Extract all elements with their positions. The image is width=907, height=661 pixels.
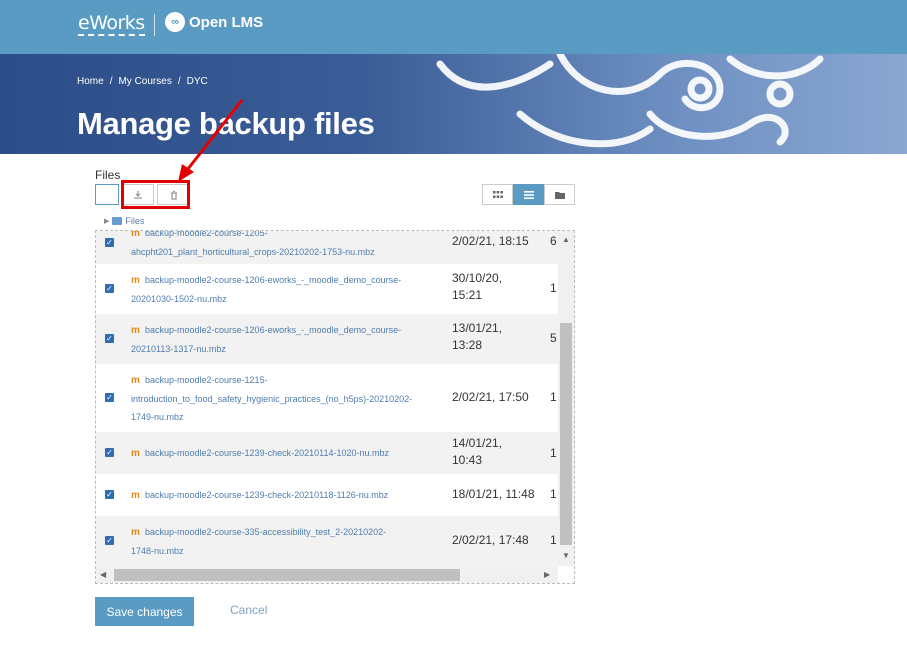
- horizontal-scrollbar[interactable]: ◀ ▶: [96, 567, 558, 583]
- breadcrumb: Home / My Courses / DYC: [77, 76, 208, 87]
- grid-icon: [492, 190, 503, 198]
- breadcrumb-separator: /: [177, 76, 181, 87]
- moodle-file-icon: m: [131, 527, 140, 538]
- file-name[interactable]: m backup-moodle2-course-335-accessibility…: [131, 523, 441, 560]
- file-checkbox[interactable]: ✓: [105, 490, 114, 499]
- moodle-file-icon: m: [131, 448, 140, 459]
- red-arrow-annotation: [178, 99, 244, 182]
- file-name[interactable]: m backup-moodle2-course-1239-check-202101…: [131, 444, 441, 463]
- moodle-file-icon: m: [131, 375, 140, 386]
- eworks-logo[interactable]: eWorks: [78, 12, 145, 34]
- breadcrumb-home[interactable]: Home: [77, 76, 104, 87]
- table-row[interactable]: ✓ m backup-moodle2-course-1239-check-2021…: [96, 432, 558, 474]
- file-name[interactable]: m backup-moodle2-course-1239-check-202101…: [131, 486, 441, 505]
- file-date: 18/01/21, 11:48: [452, 487, 535, 501]
- decorative-swirl-pattern: [436, 54, 824, 148]
- scroll-down-icon[interactable]: ▼: [562, 551, 570, 560]
- file-name[interactable]: m backup-moodle2-course-1215- introductio…: [131, 371, 441, 426]
- openlms-logo-text: Open LMS: [189, 13, 264, 31]
- breadcrumb-my-courses[interactable]: My Courses: [118, 76, 171, 87]
- file-checkbox[interactable]: ✓: [105, 536, 114, 545]
- file-size: 1: [550, 446, 557, 460]
- vertical-scrollbar-thumb[interactable]: [560, 323, 572, 545]
- scroll-up-icon[interactable]: ▲: [562, 235, 570, 244]
- vertical-scrollbar[interactable]: ▲ ▼: [558, 231, 574, 566]
- file-path-breadcrumb[interactable]: ▶ Files: [104, 216, 144, 226]
- table-row[interactable]: ✓ m backup-moodle2-course-1215- introduct…: [96, 364, 558, 432]
- moodle-file-icon: m: [131, 230, 140, 239]
- page-header-banner: Home / My Courses / DYC Manage backup fi…: [0, 54, 907, 154]
- folder-icon: [112, 217, 123, 225]
- table-row[interactable]: ✓ m backup-moodle2-course-1239-check-2021…: [96, 474, 558, 516]
- file-size: 1: [550, 281, 557, 295]
- file-date: 30/10/20, 15:21: [452, 271, 503, 302]
- file-date: 14/01/21, 10:43: [452, 436, 503, 467]
- table-row[interactable]: ✓ m backup-moodle2-course-335-accessibili…: [96, 516, 558, 568]
- table-row[interactable]: ✓ m backup-moodle2-course-1205- ahcpht201…: [96, 230, 558, 264]
- logo-underline: [78, 34, 145, 36]
- file-size: 5: [550, 331, 557, 345]
- openlms-logo-icon: ∞: [165, 12, 185, 32]
- top-navbar: eWorks ∞ Open LMS: [0, 0, 907, 54]
- openlms-logo[interactable]: ∞ Open LMS: [165, 12, 263, 32]
- file-list-container: ✓ m backup-moodle2-course-1205- ahcpht201…: [95, 230, 575, 584]
- caret-right-icon: ▶: [104, 218, 110, 225]
- view-icons-button[interactable]: [482, 184, 513, 205]
- moodle-file-icon: m: [131, 490, 140, 501]
- file-date: 13/01/21, 13:28: [452, 321, 503, 352]
- cancel-button[interactable]: Cancel: [230, 603, 267, 617]
- file-name[interactable]: m backup-moodle2-course-1206-eworks_-_moo…: [131, 271, 441, 308]
- save-changes-button[interactable]: Save changes: [95, 597, 194, 626]
- folder-icon: [554, 191, 565, 199]
- file-size: 1: [550, 390, 557, 404]
- scroll-left-icon[interactable]: ◀: [100, 570, 106, 579]
- view-details-button[interactable]: [513, 184, 544, 205]
- path-files-label: Files: [125, 216, 145, 226]
- scroll-right-icon[interactable]: ▶: [544, 570, 550, 579]
- view-tree-button[interactable]: [544, 184, 575, 205]
- moodle-file-icon: m: [131, 325, 140, 336]
- table-row[interactable]: ✓ m backup-moodle2-course-1206-eworks_-_m…: [96, 264, 558, 314]
- table-row[interactable]: ✓ m backup-moodle2-course-1206-eworks_-_m…: [96, 314, 558, 364]
- file-size: 1: [550, 533, 557, 547]
- view-mode-switcher: [482, 184, 575, 205]
- logo-separator: [154, 14, 155, 36]
- select-all-checkbox[interactable]: [95, 184, 119, 205]
- breadcrumb-dyc[interactable]: DYC: [187, 76, 208, 87]
- file-date: 2/02/21, 17:48: [452, 533, 529, 547]
- files-label: Files: [95, 168, 121, 182]
- file-size: 6: [550, 234, 557, 248]
- file-name[interactable]: m backup-moodle2-course-1206-eworks_-_moo…: [131, 321, 441, 358]
- breadcrumb-separator: /: [109, 76, 113, 87]
- moodle-file-icon: m: [131, 275, 140, 286]
- file-checkbox[interactable]: ✓: [105, 334, 114, 343]
- horizontal-scrollbar-thumb[interactable]: [114, 569, 460, 581]
- list-icon: [523, 190, 534, 199]
- file-checkbox[interactable]: ✓: [105, 448, 114, 457]
- file-size: 1: [550, 487, 557, 501]
- file-checkbox[interactable]: ✓: [105, 284, 114, 293]
- file-checkbox[interactable]: ✓: [105, 238, 114, 247]
- file-date: 2/02/21, 18:15: [452, 234, 529, 248]
- file-date: 2/02/21, 17:50: [452, 390, 529, 404]
- file-checkbox[interactable]: ✓: [105, 393, 114, 402]
- file-name[interactable]: m backup-moodle2-course-1205- ahcpht201_p…: [131, 230, 441, 261]
